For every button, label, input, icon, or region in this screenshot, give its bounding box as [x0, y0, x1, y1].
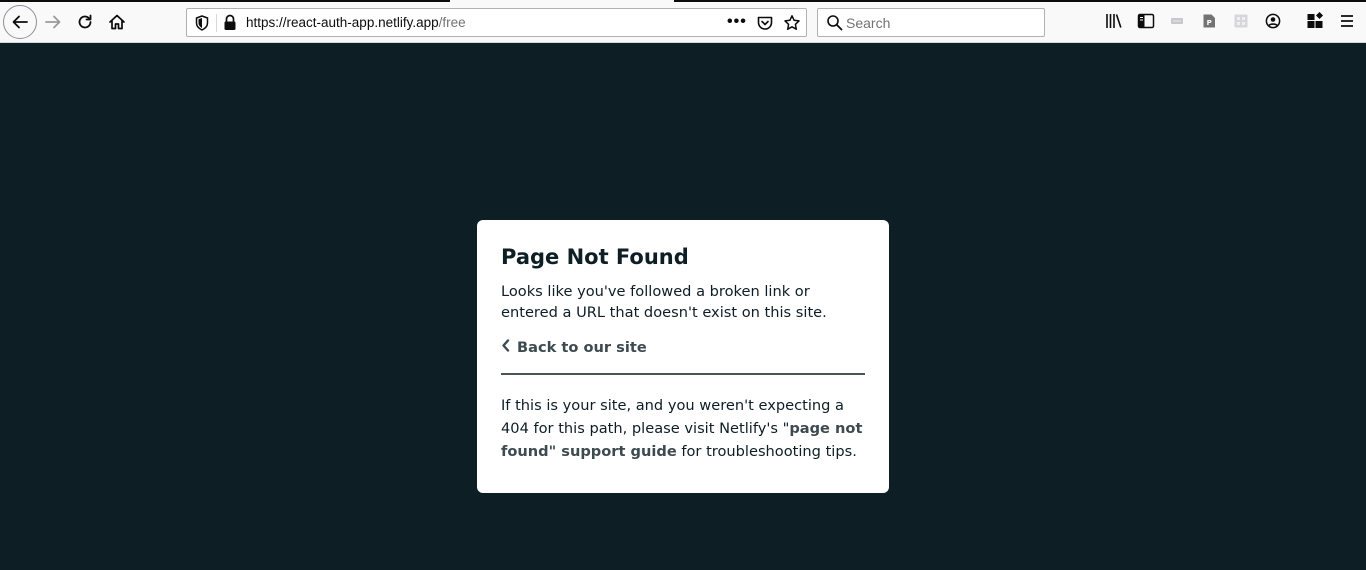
pocket-icon[interactable] — [756, 14, 774, 37]
back-to-site-link[interactable]: Back to our site — [501, 337, 647, 357]
search-bar[interactable] — [817, 8, 1045, 37]
bookmark-star-icon[interactable] — [783, 14, 801, 37]
home-icon — [109, 14, 125, 30]
tab-strip-edge — [674, 0, 1366, 2]
search-icon — [826, 14, 843, 36]
arrow-right-icon — [45, 15, 61, 29]
divider — [501, 373, 865, 375]
help-text: If this is your site, and you weren't ex… — [501, 394, 865, 463]
lock-icon[interactable] — [223, 14, 237, 36]
extension-icon[interactable] — [1167, 11, 1187, 31]
forward-button[interactable] — [37, 6, 69, 38]
tab-strip-edge — [0, 0, 450, 2]
extension-p-icon[interactable]: P — [1199, 11, 1219, 31]
library-icon[interactable] — [1104, 11, 1124, 31]
error-description: Looks like you've followed a broken link… — [501, 283, 827, 321]
page-title: Page Not Found — [501, 245, 689, 269]
sidebar-icon[interactable] — [1136, 11, 1156, 31]
hamburger-menu-icon[interactable] — [1337, 11, 1357, 31]
url-separator — [216, 14, 217, 32]
url-host: https://react-auth-app.netlify.app — [246, 15, 439, 30]
back-button[interactable] — [3, 5, 37, 39]
address-bar[interactable]: https://react-auth-app.netlify.app/free … — [186, 8, 807, 37]
extension-grid-icon[interactable] — [1231, 11, 1251, 31]
url-text[interactable]: https://react-auth-app.netlify.app/free — [246, 15, 466, 30]
tracking-protection-icon[interactable] — [195, 15, 209, 36]
search-input[interactable] — [846, 13, 1036, 33]
svg-text:P: P — [1207, 19, 1212, 27]
page-actions-menu-icon[interactable]: ••• — [727, 13, 747, 31]
home-button[interactable] — [101, 6, 133, 38]
help-text-tail: for troubleshooting tips. — [676, 443, 857, 460]
chevron-left-icon — [501, 338, 510, 356]
extensions-puzzle-icon[interactable] — [1305, 11, 1325, 31]
url-path: /free — [438, 15, 466, 30]
account-icon[interactable] — [1263, 11, 1283, 31]
not-found-card: Page Not Found Looks like you've followe… — [477, 220, 889, 493]
reload-icon — [78, 14, 92, 29]
arrow-left-icon — [12, 15, 28, 29]
back-link-label: Back to our site — [517, 338, 647, 356]
reload-button[interactable] — [69, 6, 101, 38]
browser-toolbar: https://react-auth-app.netlify.app/free … — [0, 0, 1366, 43]
